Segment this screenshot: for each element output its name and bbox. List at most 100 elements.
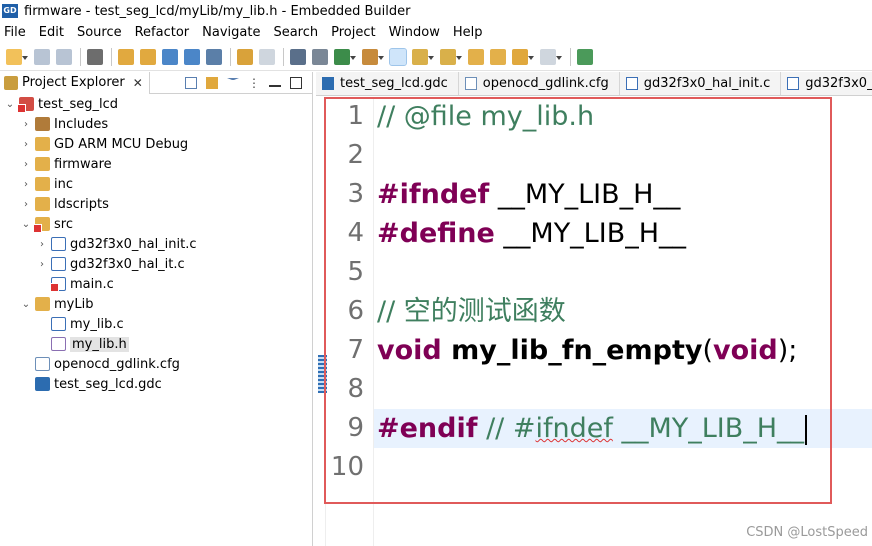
code-line-8[interactable] <box>374 370 872 409</box>
code-area[interactable]: 1 2 3 4 5 6 7 8 9 10 // @file my_lib.h #… <box>316 97 872 546</box>
refresh-icon[interactable] <box>312 48 328 65</box>
save-icon[interactable] <box>34 48 50 65</box>
menu-search[interactable]: Search <box>273 25 318 40</box>
tab-hal-it-c[interactable]: gd32f3x0_h <box>781 72 872 95</box>
tab-test-seg-lcd-gdc[interactable]: test_seg_lcd.gdc <box>316 72 459 95</box>
menu-project[interactable]: Project <box>331 25 375 40</box>
line-number: 9 <box>347 413 364 443</box>
menu-refactor[interactable]: Refactor <box>135 25 190 40</box>
tab-project-explorer[interactable]: Project Explorer ✕ <box>0 71 150 94</box>
code-line-6[interactable]: // 空的测试函数 <box>374 292 872 331</box>
tree-item-mylib[interactable]: ⌄ myLib <box>0 294 312 314</box>
code-line-5[interactable] <box>374 253 872 292</box>
code-line-2[interactable] <box>374 136 872 175</box>
expand-arrow-icon[interactable]: › <box>20 179 32 190</box>
tree-item-gd-arm-mcu-debug[interactable]: › GD ARM MCU Debug <box>0 134 312 154</box>
tree-item-label: openocd_gdlink.cfg <box>54 356 180 372</box>
expand-arrow-icon[interactable]: ⌄ <box>20 219 32 230</box>
prev-annotation-icon[interactable] <box>440 48 462 65</box>
back-icon[interactable] <box>512 48 534 65</box>
filter-icon[interactable] <box>227 77 239 88</box>
expand-arrow-icon[interactable]: › <box>36 259 48 270</box>
collapse-all-icon[interactable] <box>185 76 197 89</box>
gdc-file-icon <box>322 77 334 90</box>
tree-item-test-seg-lcd[interactable]: ⌄ test_seg_lcd <box>0 94 312 114</box>
code-line-7[interactable]: void my_lib_fn_empty(void); <box>374 331 872 370</box>
highlight-icon[interactable] <box>389 47 407 66</box>
expand-arrow-icon[interactable]: ⌄ <box>4 99 16 110</box>
debug-config-icon[interactable] <box>162 48 178 65</box>
code-line-4[interactable]: #define __MY_LIB_H__ <box>374 214 872 253</box>
build-icon[interactable] <box>87 48 103 65</box>
tree-item-label: my_lib.h <box>70 336 129 352</box>
last-edit-icon[interactable] <box>468 48 484 65</box>
menu-file[interactable]: File <box>4 25 26 40</box>
keyword-token: #endif <box>377 413 478 444</box>
tree-item-gdc[interactable]: test_seg_lcd.gdc <box>0 374 312 394</box>
next-annotation-icon[interactable] <box>412 48 434 65</box>
expand-arrow-icon[interactable]: › <box>20 119 32 130</box>
ide-window: GD firmware - test_seg_lcd/myLib/my_lib.… <box>0 0 872 546</box>
undo-icon[interactable] <box>237 48 253 65</box>
link-editor-icon[interactable] <box>206 76 218 89</box>
save-all-icon[interactable] <box>56 48 72 65</box>
menu-window[interactable]: Window <box>389 25 440 40</box>
redo-icon[interactable] <box>259 48 275 65</box>
tree-item-my-lib-h[interactable]: my_lib.h <box>0 334 312 354</box>
view-menu-icon[interactable]: ⋮ <box>248 77 260 89</box>
tree-item-openocd-cfg[interactable]: openocd_gdlink.cfg <box>0 354 312 374</box>
menu-source[interactable]: Source <box>77 25 122 40</box>
tree-item-inc[interactable]: › inc <box>0 174 312 194</box>
expand-arrow-icon[interactable]: › <box>20 159 32 170</box>
expand-arrow-icon[interactable]: › <box>36 239 48 250</box>
close-icon[interactable]: ✕ <box>133 76 143 90</box>
code-line-9[interactable]: #endif // #ifndef __MY_LIB_H__ <box>374 409 872 448</box>
prev-icon[interactable] <box>118 48 134 65</box>
terminal-icon[interactable] <box>290 48 306 65</box>
project-icon <box>17 97 34 113</box>
tree-item-ldscripts[interactable]: › ldscripts <box>0 194 312 214</box>
tree-item-firmware[interactable]: › firmware <box>0 154 312 174</box>
expand-arrow-icon[interactable]: › <box>20 139 32 150</box>
tools-icon[interactable] <box>362 48 384 65</box>
project-tree: ⌄ test_seg_lcd › Includes › GD ARM MCU D… <box>0 94 312 394</box>
settings-icon[interactable] <box>206 48 222 65</box>
open-perspective-icon[interactable] <box>577 48 593 65</box>
keyword-token: void <box>377 335 442 366</box>
menu-help[interactable]: Help <box>453 25 483 40</box>
tree-item-label: gd32f3x0_hal_it.c <box>70 256 185 272</box>
minimize-icon[interactable] <box>269 79 281 87</box>
comment-token: // # <box>477 413 536 444</box>
tree-item-hal-init-c[interactable]: › gd32f3x0_hal_init.c <box>0 234 312 254</box>
new-icon[interactable] <box>6 48 28 65</box>
line-number: 1 <box>347 101 364 131</box>
tree-item-src[interactable]: ⌄ src <box>0 214 312 234</box>
tree-item-label: firmware <box>54 156 112 172</box>
device-icon[interactable] <box>184 48 200 65</box>
next-icon[interactable] <box>140 48 156 65</box>
line-number: 8 <box>347 374 364 404</box>
tree-item-my-lib-c[interactable]: my_lib.c <box>0 314 312 334</box>
expand-arrow-icon[interactable]: › <box>20 199 32 210</box>
tree-item-main-c[interactable]: main.c <box>0 274 312 294</box>
pin-icon[interactable] <box>490 48 506 65</box>
project-explorer: Project Explorer ✕ ⋮ ⌄ test_seg_lcd › In… <box>0 71 313 546</box>
expand-arrow-icon[interactable]: ⌄ <box>20 299 32 310</box>
c-file-icon <box>50 277 66 292</box>
menu-edit[interactable]: Edit <box>39 25 64 40</box>
tree-item-includes[interactable]: › Includes <box>0 114 312 134</box>
code-line-10[interactable] <box>374 448 872 487</box>
forward-icon[interactable] <box>540 48 562 65</box>
tab-hal-init-c[interactable]: gd32f3x0_hal_init.c <box>619 72 782 95</box>
tree-item-hal-it-c[interactable]: › gd32f3x0_hal_it.c <box>0 254 312 274</box>
menu-navigate[interactable]: Navigate <box>202 25 260 40</box>
tree-item-label: gd32f3x0_hal_init.c <box>70 236 197 252</box>
code-line-3[interactable]: #ifndef __MY_LIB_H__ <box>374 175 872 214</box>
maximize-icon[interactable] <box>290 76 302 89</box>
tab-openocd-cfg[interactable]: openocd_gdlink.cfg <box>458 72 620 95</box>
toolbar-separator <box>80 47 81 66</box>
code-lines[interactable]: // @file my_lib.h #ifndef __MY_LIB_H__ #… <box>374 97 872 546</box>
run-icon[interactable] <box>334 48 356 65</box>
tree-item-label: myLib <box>54 296 94 312</box>
code-line-1[interactable]: // @file my_lib.h <box>374 97 872 136</box>
